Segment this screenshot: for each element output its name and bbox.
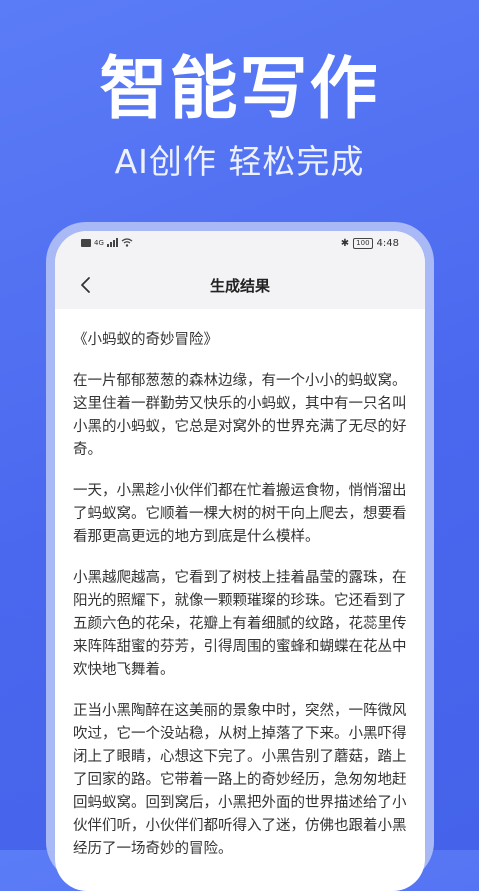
sim-icon	[81, 238, 91, 247]
hero-subtitle: AI创作 轻松完成	[114, 142, 365, 181]
article-paragraph-4: 正当小黑陶醉在这美丽的景象中时，突然，一阵微风吹过，它一个没站稳，从树上掉落了下…	[73, 703, 407, 857]
article-title: 《小蚂蚁的奇妙冒险》	[73, 332, 218, 348]
wifi-icon	[121, 238, 133, 247]
status-time: 4:48	[376, 238, 399, 249]
page-title: 生成结果	[209, 277, 270, 295]
phone-screen: 4G ✱ 100 4:48 生成结果 《小蚂蚁的奇妙冒险》 在一片郁郁葱葱的森林…	[55, 231, 425, 891]
article-paragraph-2: 一天，小黑趁小伙伴们都在忙着搬运食物，悄悄溜出了蚂蚁窝。它顺着一棵大树的树干向上…	[73, 483, 407, 545]
signal-icon	[106, 238, 118, 247]
bluetooth-icon: ✱	[340, 238, 350, 249]
battery-icon: 100	[353, 238, 373, 249]
network-type: 4G	[94, 238, 104, 247]
article-paragraph-1: 在一片郁郁葱葱的森林边缘，有一个小小的蚂蚁窝。这里住着一群勤劳又快乐的小蚂蚁，其…	[73, 373, 407, 458]
status-right: ✱ 100 4:48	[341, 238, 399, 249]
hero-title: 智能写作	[99, 50, 380, 129]
phone-frame: 4G ✱ 100 4:48 生成结果 《小蚂蚁的奇妙冒险》 在一片郁郁葱葱的森林…	[46, 222, 434, 891]
battery-level: 100	[356, 239, 370, 247]
article-content: 《小蚂蚁的奇妙冒险》 在一片郁郁葱葱的森林边缘，有一个小小的蚂蚁窝。这里住着一群…	[55, 309, 425, 891]
status-bar: 4G ✱ 100 4:48	[55, 231, 425, 261]
status-left: 4G	[81, 238, 133, 247]
nav-bar: 生成结果	[55, 261, 425, 309]
article-paragraph-3: 小黑越爬越高，它看到了树枝上挂着晶莹的露珠，在阳光的照耀下，就像一颗颗璀璨的珍珠…	[73, 570, 407, 678]
